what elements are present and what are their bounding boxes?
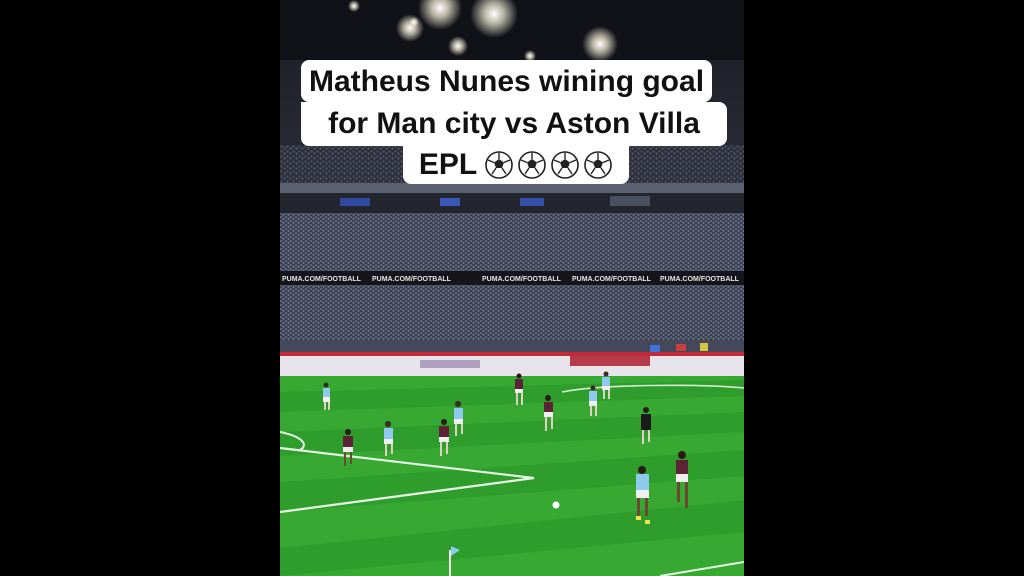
tier-fascia: [280, 183, 744, 193]
ad-text: PUMA.COM/FOOTBALL: [482, 276, 562, 283]
pitch: [280, 376, 744, 576]
caption-line-1: Matheus Nunes wining goal: [301, 60, 712, 102]
caption-line-2: for Man city vs Aston Villa: [301, 102, 727, 146]
caption-line-3: EPL: [403, 142, 629, 184]
caption-epl-text: EPL: [418, 148, 478, 181]
ad-board-texts: PUMA.COM/FOOTBALL PUMA.COM/FOOTBALL PUMA…: [282, 276, 740, 283]
ad-text: PUMA.COM/FOOTBALL: [572, 276, 652, 283]
soccer-ball-icon: [584, 151, 612, 179]
ad-text: PUMA.COM/FOOTBALL: [372, 276, 452, 283]
soccer-ball-icon: [485, 151, 513, 179]
middle-tier-crowd: [280, 213, 744, 271]
soccer-ball-icon: [551, 151, 579, 179]
soccer-ball-icon: [518, 151, 546, 179]
ad-text: PUMA.COM/FOOTBALL: [660, 276, 740, 283]
football: [552, 501, 560, 509]
left-letterbox: [0, 0, 280, 576]
right-letterbox: [744, 0, 1024, 576]
ad-text: PUMA.COM/FOOTBALL: [282, 276, 362, 283]
